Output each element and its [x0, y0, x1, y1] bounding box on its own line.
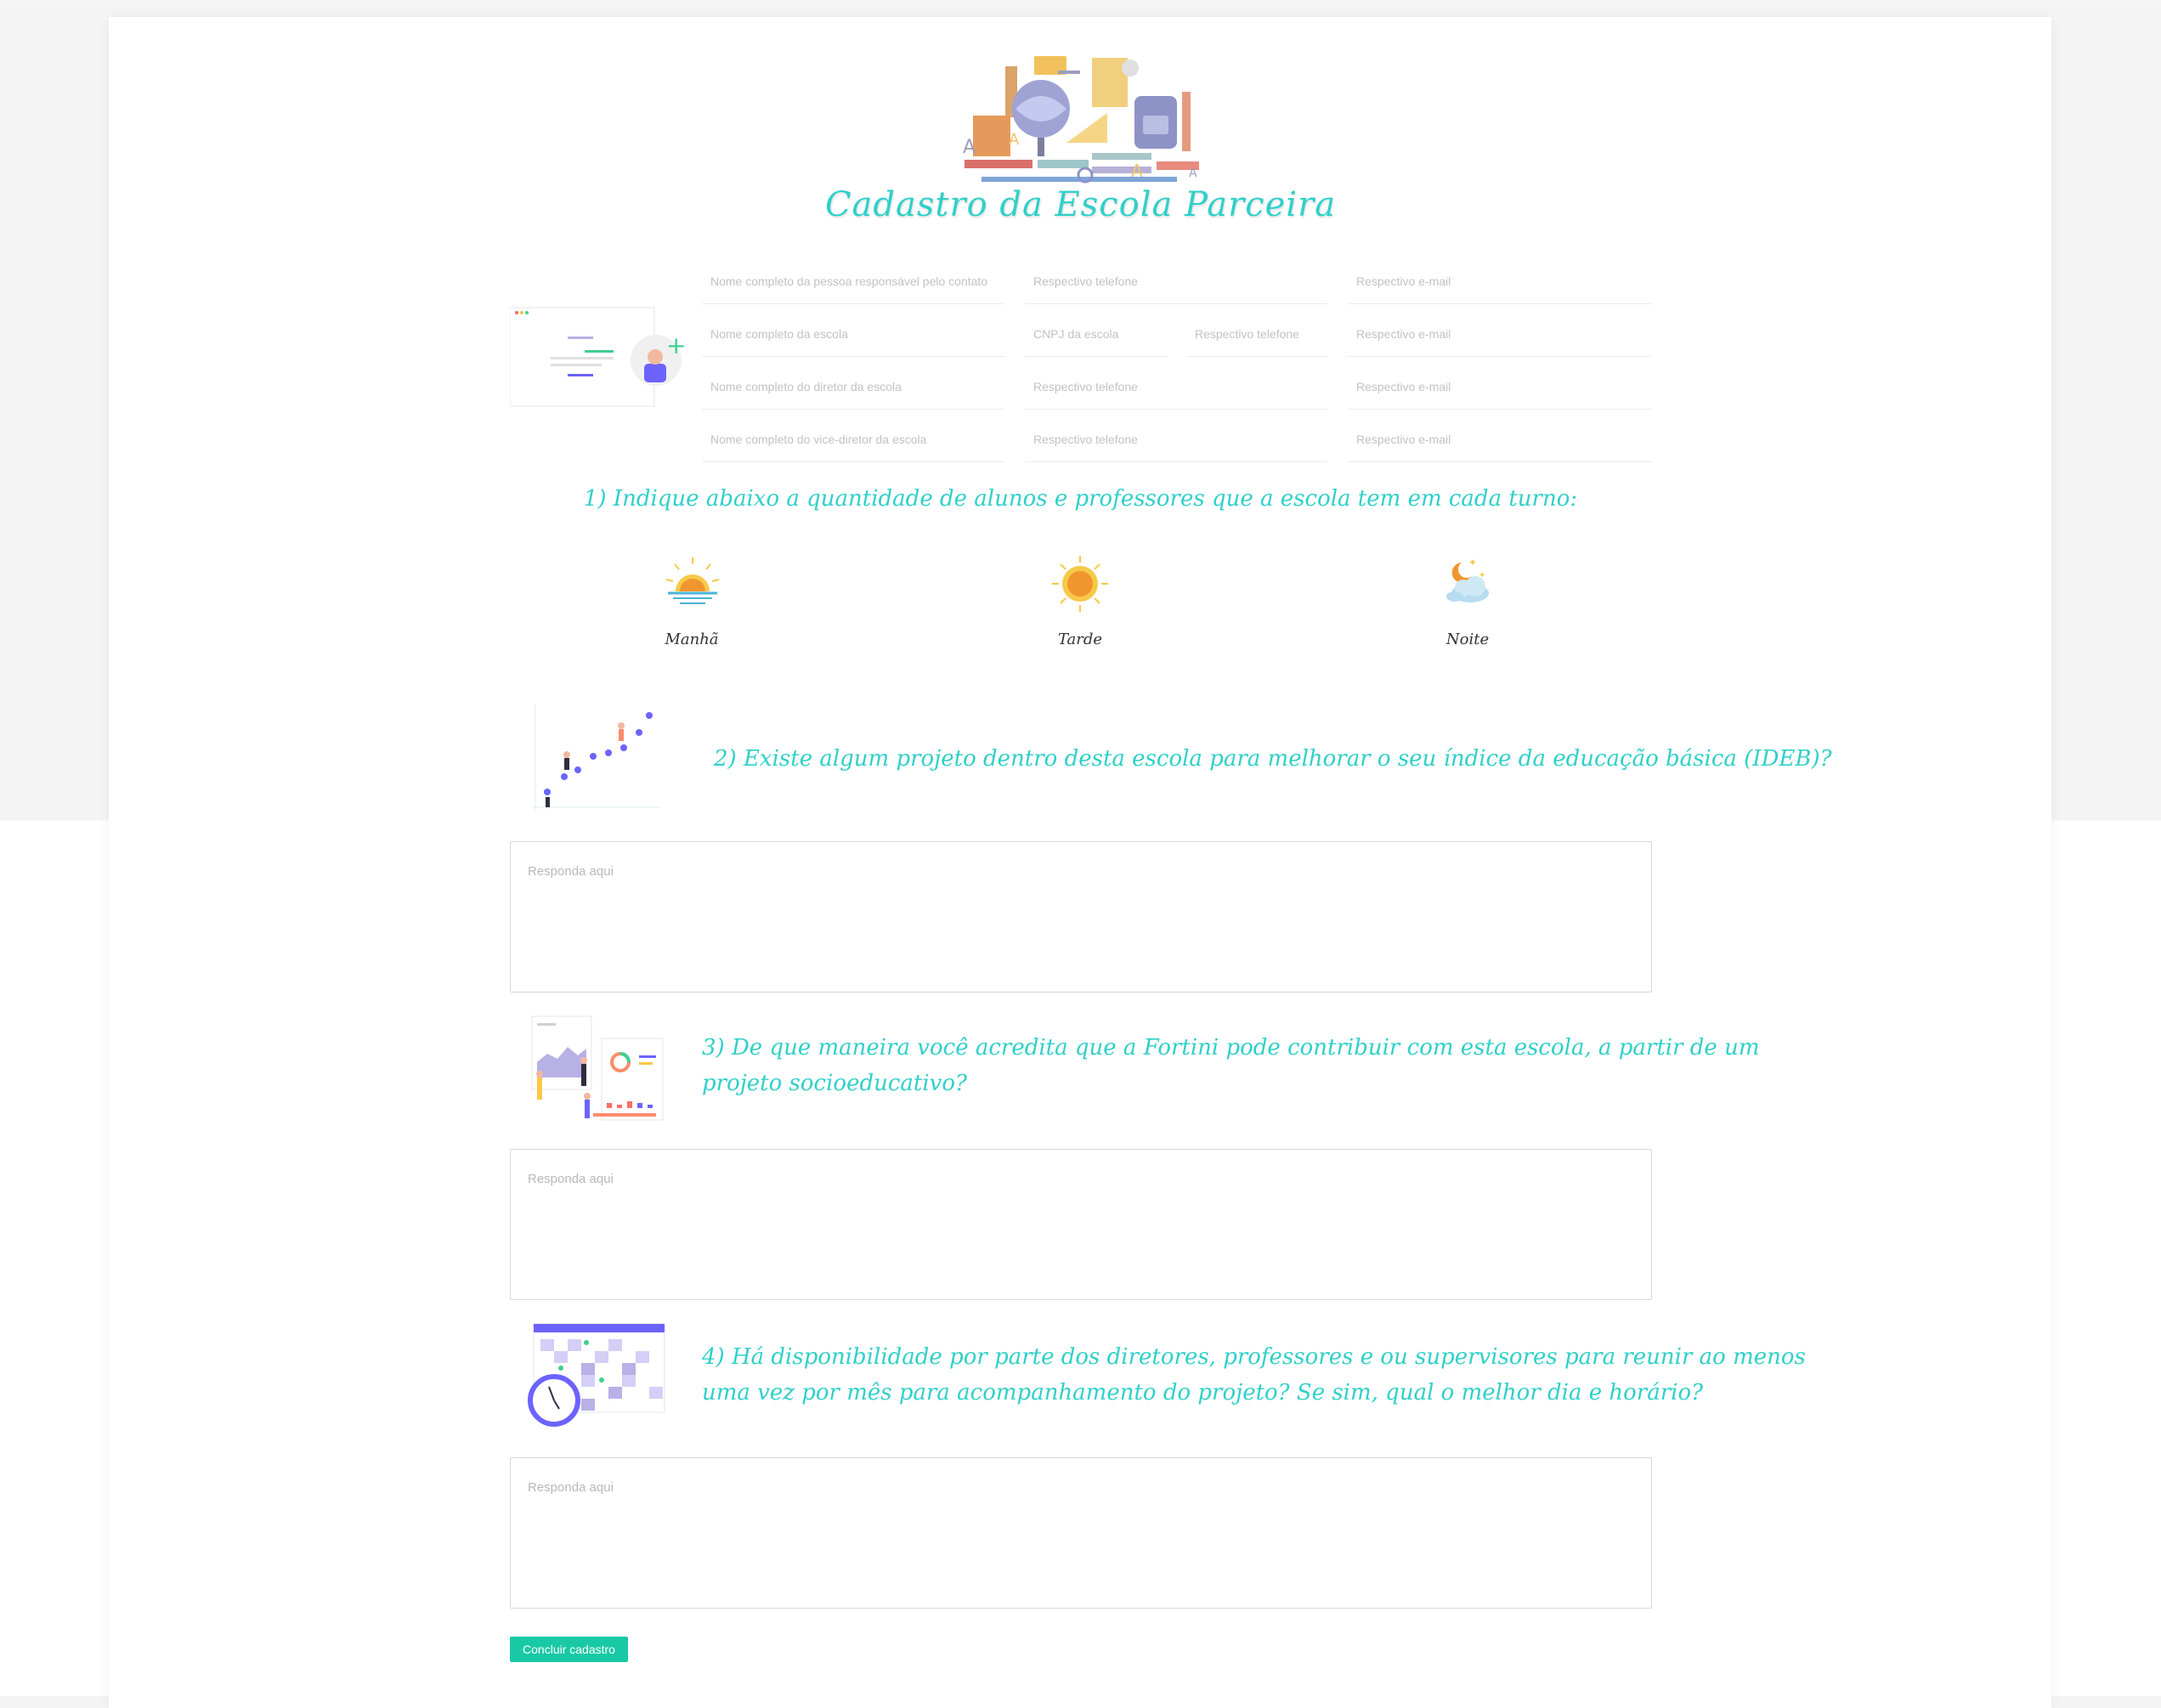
turn-label-afternoon: Tarde	[1057, 631, 1103, 648]
add-contact-illustration: +	[510, 307, 684, 407]
school-email-field[interactable]: Respectivo e-mail	[1348, 323, 1652, 357]
submit-button[interactable]: Concluir cadastro	[510, 1637, 628, 1662]
school-supplies-illustration: A A A A	[963, 56, 1199, 184]
vice-director-email-field[interactable]: Respectivo e-mail	[1348, 428, 1652, 462]
contact-phone-field[interactable]: Respectivo telefone	[1025, 270, 1327, 304]
team-dashboard-illustration	[531, 1015, 664, 1121]
director-phone-field[interactable]: Respectivo telefone	[1025, 376, 1327, 410]
svg-text:A: A	[1009, 131, 1020, 149]
question-4-line-2: uma vez por mês para acompanhamento do p…	[702, 1380, 1704, 1405]
svg-text:A: A	[1189, 167, 1197, 180]
vice-director-phone-field[interactable]: Respectivo telefone	[1025, 428, 1327, 462]
svg-text:+: +	[666, 331, 684, 359]
svg-text:✦: ✦	[1468, 557, 1477, 568]
answer-2-textarea[interactable]: Responda aqui	[510, 841, 1652, 993]
svg-text:A: A	[963, 137, 976, 158]
sun-icon	[1052, 556, 1108, 612]
growth-chart-illustration	[532, 704, 661, 811]
school-cnpj-field[interactable]: CNPJ da escola	[1025, 323, 1168, 357]
turn-label-night: Noite	[1445, 631, 1490, 648]
vice-director-name-field[interactable]: Nome completo do vice-diretor da escola	[702, 428, 1004, 462]
question-3-line-2: projeto socioeducativo?	[702, 1071, 967, 1096]
contact-email-field[interactable]: Respectivo e-mail	[1348, 270, 1652, 304]
answer-4-textarea[interactable]: Responda aqui	[510, 1457, 1652, 1609]
moon-cloud-icon: ✦ ✦	[1446, 557, 1489, 602]
contact-name-field[interactable]: Nome completo da pessoa responsável pelo…	[702, 270, 1004, 304]
calendar-clock-illustration	[528, 1323, 665, 1427]
question-2: 2) Existe algum projeto dentro desta esc…	[714, 746, 1832, 772]
page-title: Cadastro da Escola Parceira	[824, 185, 1337, 224]
turn-label-morning: Manhã	[665, 631, 719, 648]
question-1: 1) Indique abaixo a quantidade de alunos…	[583, 486, 1578, 512]
director-email-field[interactable]: Respectivo e-mail	[1348, 376, 1652, 410]
school-name-field[interactable]: Nome completo da escola	[702, 323, 1004, 357]
sunrise-icon	[665, 557, 720, 604]
answer-3-textarea[interactable]: Responda aqui	[510, 1149, 1652, 1300]
svg-text:A: A	[1131, 161, 1143, 181]
question-4-line-1: 4) Há disponibilidade por parte dos dire…	[702, 1344, 1806, 1370]
school-phone-field[interactable]: Respectivo telefone	[1186, 323, 1327, 357]
question-3-line-1: 3) De que maneira você acredita que a Fo…	[702, 1035, 1760, 1060]
director-name-field[interactable]: Nome completo do diretor da escola	[702, 376, 1004, 410]
